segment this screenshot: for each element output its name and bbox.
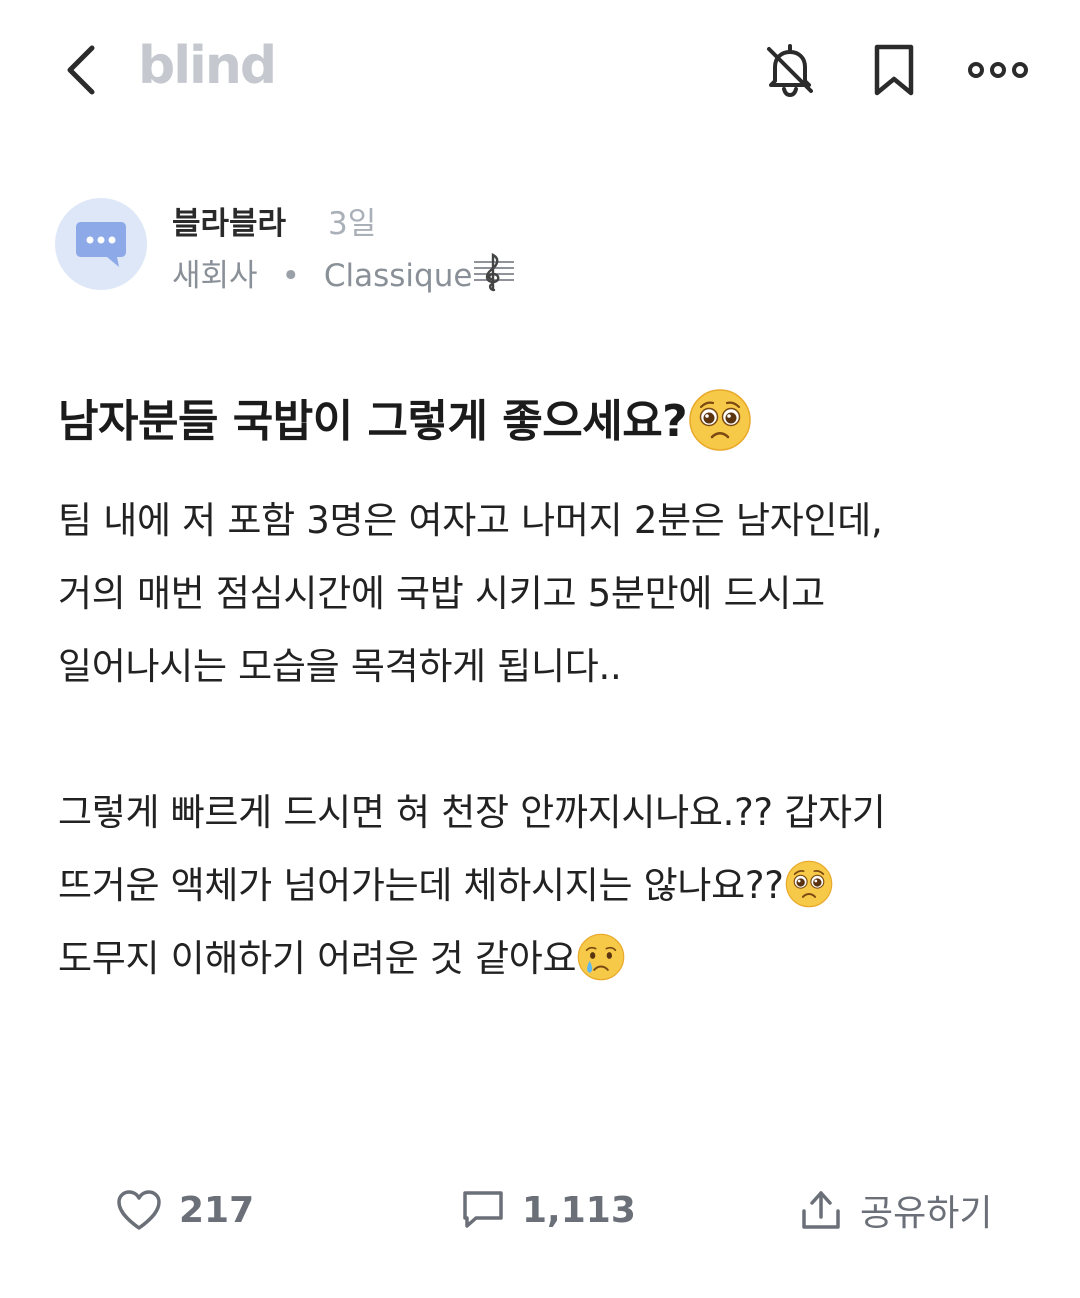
share-button[interactable]: 공유하기: [798, 1180, 992, 1240]
share-label: 공유하기: [860, 1193, 993, 1234]
blind-logo: blind: [138, 36, 277, 96]
body-line-7: 도무지 이해하기 어려운 것 같아요: [58, 922, 1048, 995]
separator-dot: •: [281, 258, 300, 294]
pleading-face-icon: [785, 860, 832, 907]
top-actions: [758, 38, 1030, 102]
company-name: 새회사: [172, 258, 258, 294]
crying-face-icon: [577, 933, 625, 980]
back-button[interactable]: [58, 40, 108, 100]
body-line-7-text: 도무지 이해하기 어려운 것 같아요: [58, 937, 577, 980]
share-icon: [802, 1191, 840, 1229]
body-line-5: 그렇게 빠르게 드시면 혀 천장 안까지시나요.?? 갑자기: [58, 791, 886, 834]
avatar[interactable]: [55, 198, 147, 290]
body-line-2: 거의 매번 점심시간에 국밥 시키고 5분만에 드시고: [58, 572, 825, 615]
notification-toggle-button[interactable]: [758, 38, 822, 102]
body-line-6: 뜨거운 액체가 넘어가는데 체하시지는 않나요??: [58, 849, 1048, 922]
bookmark-button[interactable]: [862, 38, 926, 102]
comment-icon: [463, 1191, 503, 1228]
heart-icon: [117, 1190, 161, 1230]
post-title: 남자분들 국밥이 그렇게 좋으세요?: [58, 385, 1038, 457]
body-line-3: 일어나시는 모습을 목격하게 됩니다..: [58, 645, 622, 688]
back-arrow-icon: [67, 45, 95, 95]
comment-count: 1,113: [522, 1189, 636, 1231]
like-button[interactable]: 217: [115, 1180, 254, 1240]
treble-clef-icon: [474, 253, 515, 292]
comment-button[interactable]: 1,113: [460, 1180, 636, 1240]
more-icon: [968, 62, 1028, 78]
like-count: 217: [179, 1189, 255, 1231]
top-bar: blind: [0, 0, 1080, 140]
post-time: 3일: [328, 206, 377, 242]
body-line-6-text: 뜨거운 액체가 넘어가는데 체하시지는 않나요??: [58, 864, 784, 907]
author-name[interactable]: 블라블라: [172, 198, 286, 243]
bookmark-icon: [874, 44, 914, 96]
author-company-line: 새회사 • Classique: [172, 250, 516, 295]
bell-off-icon: [767, 44, 813, 98]
more-options-button[interactable]: [966, 38, 1030, 102]
chat-bubble-icon: [76, 222, 126, 267]
post-title-text: 남자분들 국밥이 그렇게 좋으세요?: [58, 396, 688, 447]
post-body: 팀 내에 저 포함 3명은 여자고 나머지 2분은 남자인데, 거의 매번 점심…: [58, 484, 1048, 995]
author-info: 블라블라 3일 새회사 • Classique: [55, 196, 1035, 296]
body-line-1: 팀 내에 저 포함 3명은 여자고 나머지 2분은 남자인데,: [58, 499, 883, 542]
bottom-action-bar: 217 1,113 공유하기: [0, 1170, 1080, 1250]
nickname: Classique: [323, 258, 473, 294]
pleading-face-icon: [689, 389, 751, 451]
